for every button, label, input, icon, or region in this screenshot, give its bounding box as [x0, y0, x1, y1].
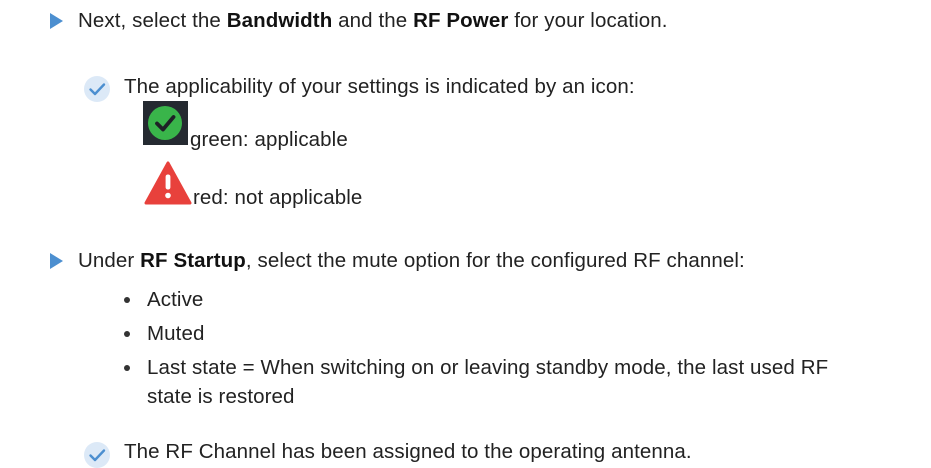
result-check-icon: [84, 76, 110, 102]
bandwidth-term: Bandwidth: [226, 9, 333, 32]
option-active: Active: [147, 288, 204, 311]
bullet-icon: [124, 365, 130, 371]
bullet-icon: [124, 297, 130, 303]
green-check-icon: [143, 101, 188, 145]
step-bandwidth-power: Next, select the Bandwidth and the RF Po…: [78, 9, 668, 32]
result-assigned-text: The RF Channel has been assigned to the …: [124, 440, 692, 463]
result-applicability-text: The applicability of your settings is in…: [124, 75, 635, 98]
red-not-applicable-label: red: not applicable: [193, 186, 363, 209]
red-warning-icon: [144, 161, 192, 205]
option-muted: Muted: [147, 322, 205, 345]
step-rf-startup: Under RF Startup, select the mute option…: [78, 249, 745, 272]
rf-startup-term: RF Startup: [140, 249, 246, 272]
option-last-state: Last state = When switching on or leavin…: [147, 356, 829, 379]
rf-power-term: RF Power: [413, 9, 509, 32]
green-applicable-label: green: applicable: [190, 128, 348, 151]
result-check-icon: [84, 442, 110, 468]
step-arrow-icon: [50, 253, 63, 269]
bullet-icon: [124, 331, 130, 337]
option-last-state-continuation: state is restored: [147, 385, 295, 408]
step-arrow-icon: [50, 13, 63, 29]
